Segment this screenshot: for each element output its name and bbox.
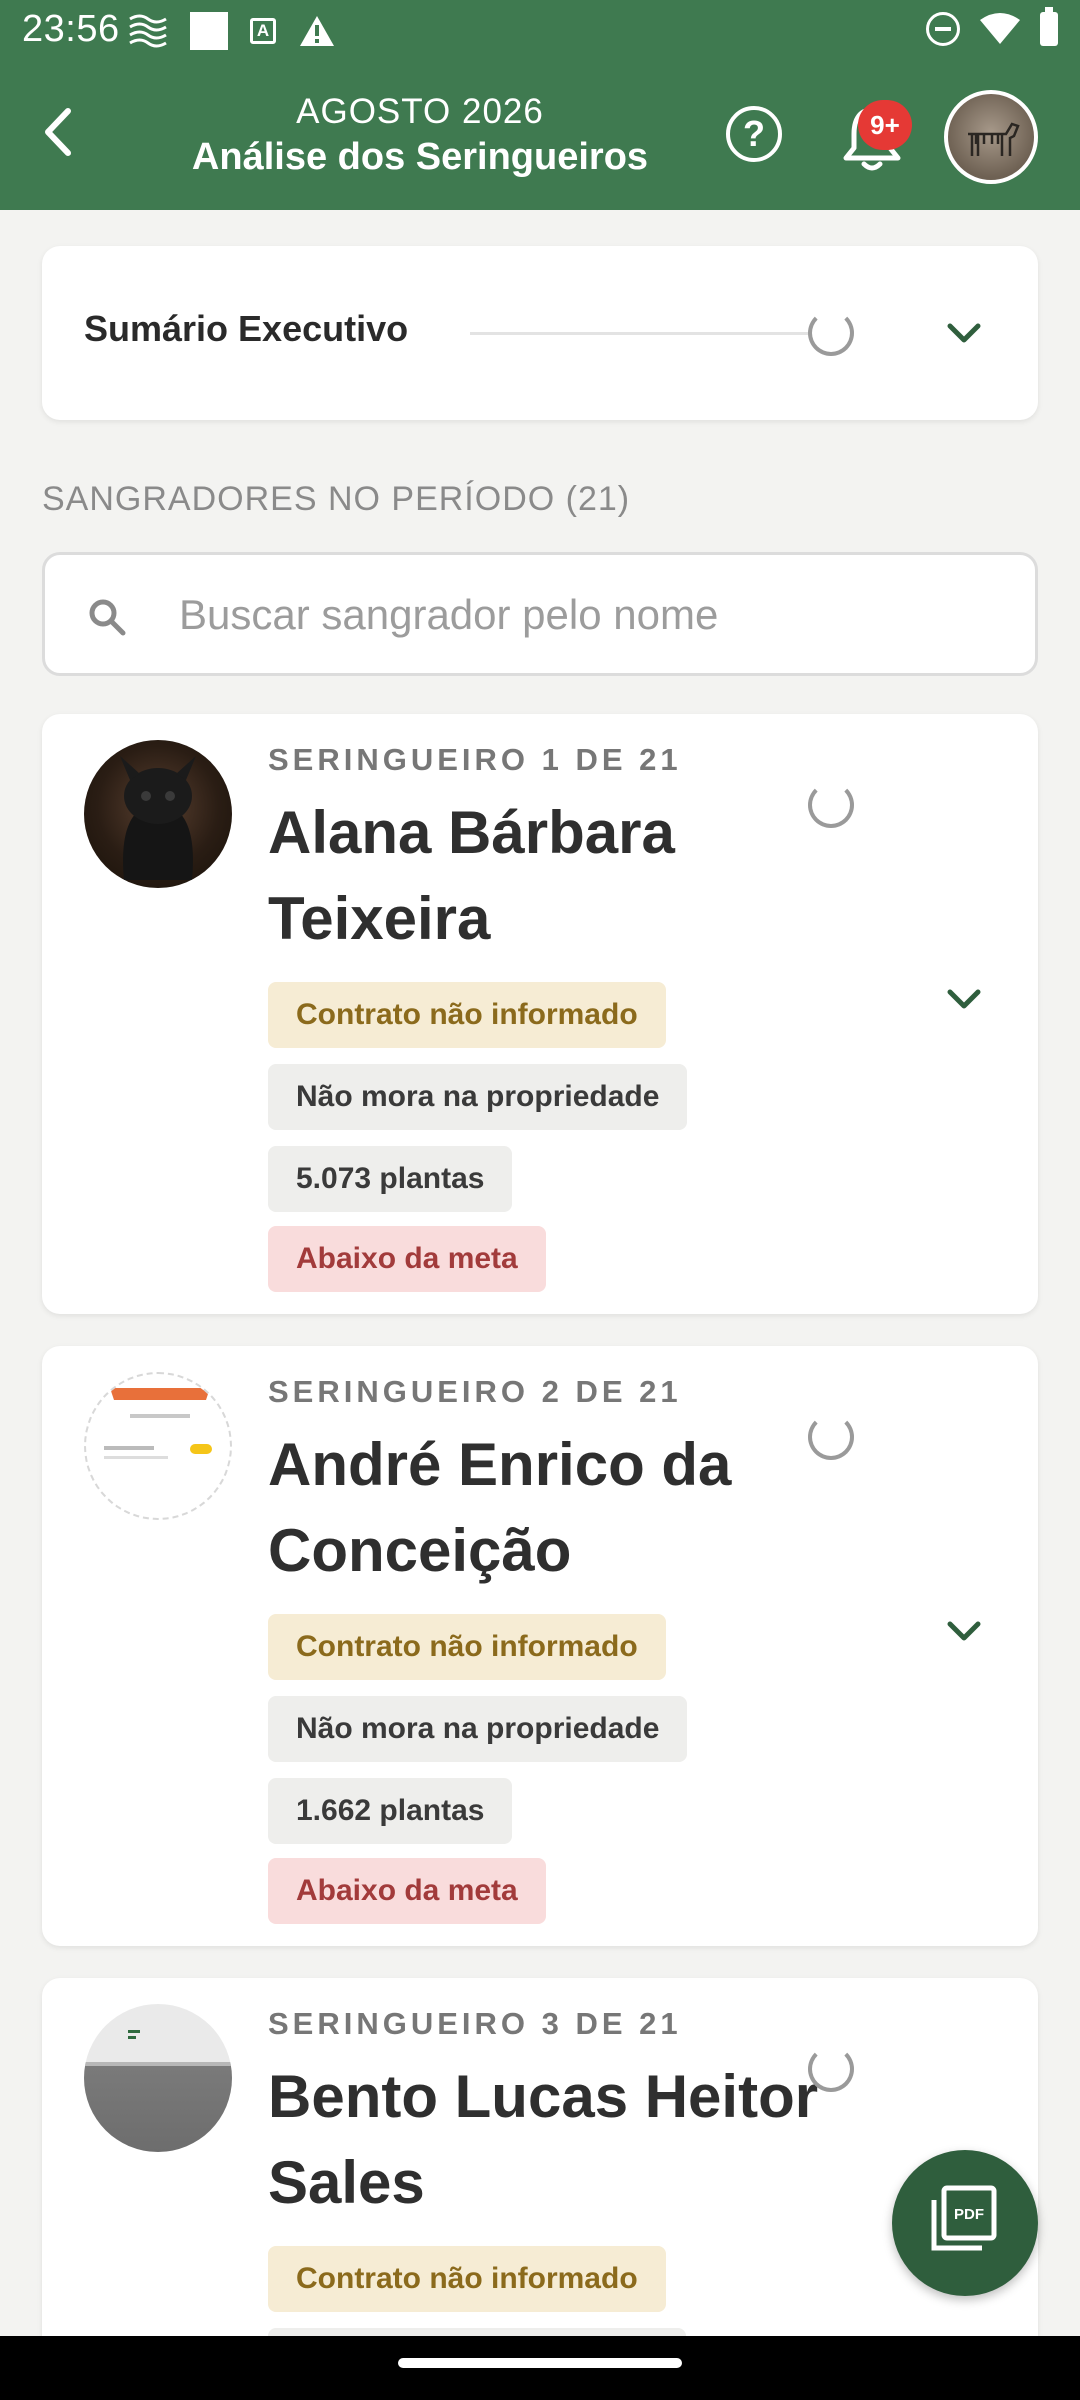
search-input[interactable]: [179, 585, 979, 645]
warning-icon: [300, 16, 334, 46]
loading-spinner-icon: [808, 782, 854, 828]
tapper-index: SERINGUEIRO 2 DE 21: [268, 1374, 682, 1409]
do-not-disturb-icon: [926, 12, 960, 46]
zebra-icon: [968, 122, 1020, 156]
chevron-down-icon[interactable]: [944, 1612, 984, 1652]
help-icon: ?: [743, 113, 765, 154]
system-nav-bar: [0, 2336, 1080, 2400]
search-icon: [89, 599, 126, 636]
contract-status-chip: Contrato não informado: [268, 982, 666, 1048]
status-left-icons: A: [128, 12, 358, 50]
home-indicator[interactable]: [398, 2358, 682, 2368]
app-bar: AGOSTO 2026 Análise dos Seringueiros ? 9…: [0, 62, 1080, 210]
app-notification-icon: [190, 12, 228, 50]
residence-chip: Não mora na propriedade: [268, 1696, 688, 1762]
header-titles: AGOSTO 2026 Análise dos Seringueiros: [150, 90, 690, 180]
pdf-icon: PDF: [931, 2185, 997, 2251]
chevron-down-icon[interactable]: [944, 980, 984, 1020]
summary-title: Sumário Executivo: [84, 308, 409, 349]
tapper-card[interactable]: SERINGUEIRO 1 DE 21 Alana Bárbara Teixei…: [42, 714, 1038, 1314]
loading-spinner-icon: [808, 2046, 854, 2092]
pdf-label: PDF: [954, 2206, 984, 2223]
status-time: 23:56: [22, 8, 120, 50]
goal-status-chip: Abaixo da meta: [268, 1858, 546, 1924]
status-right-icons: [906, 7, 1058, 46]
wifi-icon: [980, 13, 1020, 44]
contract-status-chip: Contrato não informado: [268, 2246, 666, 2312]
status-bar: 23:56 A: [0, 0, 1080, 62]
summary-card[interactable]: Sumário Executivo: [42, 246, 1038, 420]
back-arrow-icon: [45, 108, 71, 156]
user-avatar[interactable]: [944, 90, 1038, 184]
font-notification-icon: A: [250, 18, 276, 44]
help-button[interactable]: ?: [726, 106, 782, 162]
tapper-avatar: [84, 740, 232, 888]
wind-icon: [129, 14, 167, 48]
search-box[interactable]: [42, 552, 1038, 676]
tapper-card[interactable]: SERINGUEIRO 3 DE 21 Bento Lucas Heitor S…: [42, 1978, 1038, 2398]
loading-spinner-icon: [808, 1414, 854, 1460]
goal-status-chip: Abaixo da meta: [268, 1226, 546, 1292]
tapper-name: André Enrico da Conceição: [268, 1431, 732, 1584]
tapper-name: Alana Bárbara Teixeira: [268, 799, 675, 952]
document-thumbnail-icon: [104, 1388, 212, 1459]
plants-count-chip: 1.662 plantas: [268, 1778, 513, 1844]
summary-divider: [470, 332, 808, 335]
plants-count-chip: 5.073 plantas: [268, 1146, 513, 1212]
page-title: Análise dos Seringueiros: [191, 136, 649, 178]
chevron-down-icon[interactable]: [944, 314, 984, 354]
tapper-avatar: [84, 1372, 232, 1520]
contract-status-chip: Contrato não informado: [268, 1614, 666, 1680]
back-button[interactable]: [28, 102, 88, 162]
tapper-name: Bento Lucas Heitor Sales: [268, 2063, 819, 2216]
tapper-card[interactable]: SERINGUEIRO 2 DE 21 André Enrico da Conc…: [42, 1346, 1038, 1946]
loading-spinner-icon: [808, 310, 854, 356]
header-period: AGOSTO 2026: [296, 92, 544, 131]
export-pdf-button[interactable]: PDF: [892, 2150, 1038, 2296]
dragon-figure-icon: [120, 756, 196, 880]
tapper-index: SERINGUEIRO 3 DE 21: [268, 2006, 682, 2041]
tapper-avatar: [84, 2004, 232, 2152]
residence-chip: Não mora na propriedade: [268, 1064, 688, 1130]
battery-icon: [1040, 7, 1058, 46]
screenshot-thumbnail-icon: [84, 2030, 232, 2066]
notification-badge: 9+: [858, 100, 912, 150]
tapper-index: SERINGUEIRO 1 DE 21: [268, 742, 682, 777]
tappers-section-label: SANGRADORES NO PERÍODO (21): [42, 480, 631, 518]
